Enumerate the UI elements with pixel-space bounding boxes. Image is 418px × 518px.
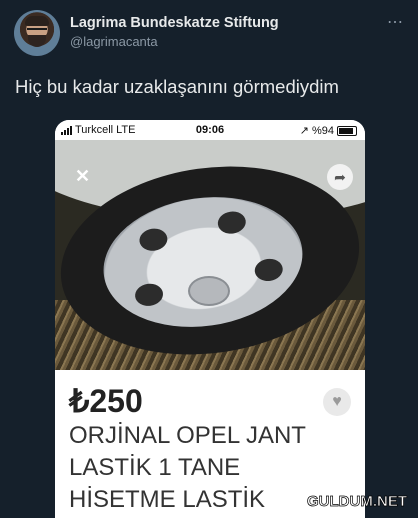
embedded-screenshot: Turkcell LTE 09:06 ↗ %94 ✕ ➦ ₺250 ♥ ORJİ… — [55, 120, 365, 518]
battery-percent: %94 — [311, 124, 334, 137]
avatar-glasses — [27, 28, 47, 35]
author-name[interactable]: Lagrima Bundeskatze Stiftung — [70, 15, 279, 31]
listing-title-line-3: HİSETME LASTİK — [69, 486, 266, 513]
tweet-text: Hiç bu kadar uzaklaşanını görmediydim — [15, 76, 339, 97]
hub-cap — [188, 276, 230, 306]
listing-title-line-1: ORJİNAL OPEL JANT — [69, 422, 306, 449]
listing-price: ₺250 — [69, 383, 143, 419]
close-icon[interactable]: ✕ — [75, 166, 90, 187]
rim-hole — [138, 226, 169, 253]
location-icon: ↗ — [299, 125, 309, 137]
share-icon[interactable]: ➦ — [327, 164, 353, 190]
avatar[interactable] — [14, 10, 60, 56]
rim-hole — [133, 281, 165, 308]
author-handle[interactable]: @lagrimacanta — [70, 34, 158, 49]
avatar-hair — [25, 16, 49, 26]
rim-hole — [216, 209, 248, 236]
avatar-beard — [28, 35, 46, 47]
listing-photo[interactable]: ✕ ➦ — [55, 140, 365, 370]
watermark-logo: GULDUM.NET — [307, 493, 408, 511]
phone-status-bar: Turkcell LTE 09:06 ↗ %94 — [55, 120, 365, 140]
status-right: ↗ %94 — [300, 124, 357, 137]
more-options-icon[interactable]: ⋯ — [387, 12, 404, 32]
battery-icon — [337, 125, 357, 136]
rim-hole — [253, 257, 285, 283]
favorite-heart-icon[interactable]: ♥ — [323, 388, 351, 416]
tweet-header: Lagrima Bundeskatze Stiftung @lagrimacan… — [14, 10, 404, 56]
listing-title-line-2: LASTİK 1 TANE — [69, 454, 241, 481]
